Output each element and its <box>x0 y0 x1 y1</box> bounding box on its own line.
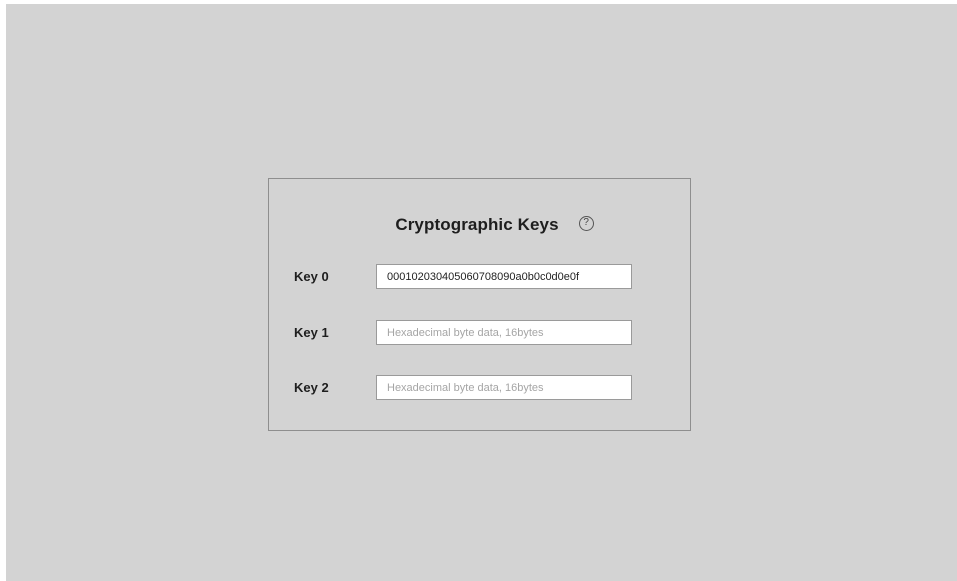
key-0-input[interactable] <box>376 264 632 289</box>
key-row-1: Key 1 <box>269 320 690 346</box>
help-icon[interactable]: ? <box>578 215 594 231</box>
key-row-0: Key 0 <box>269 264 690 290</box>
panel-header: Cryptographic Keys ? <box>269 213 690 237</box>
key-1-input[interactable] <box>376 320 632 345</box>
key-row-2: Key 2 <box>269 375 690 401</box>
key-2-input[interactable] <box>376 375 632 400</box>
panel-title: Cryptographic Keys <box>395 215 559 234</box>
cryptographic-keys-panel: Cryptographic Keys ? Key 0 Key 1 Key 2 <box>268 178 691 431</box>
key-2-label: Key 2 <box>294 380 329 395</box>
key-0-label: Key 0 <box>294 269 329 284</box>
key-1-label: Key 1 <box>294 325 329 340</box>
